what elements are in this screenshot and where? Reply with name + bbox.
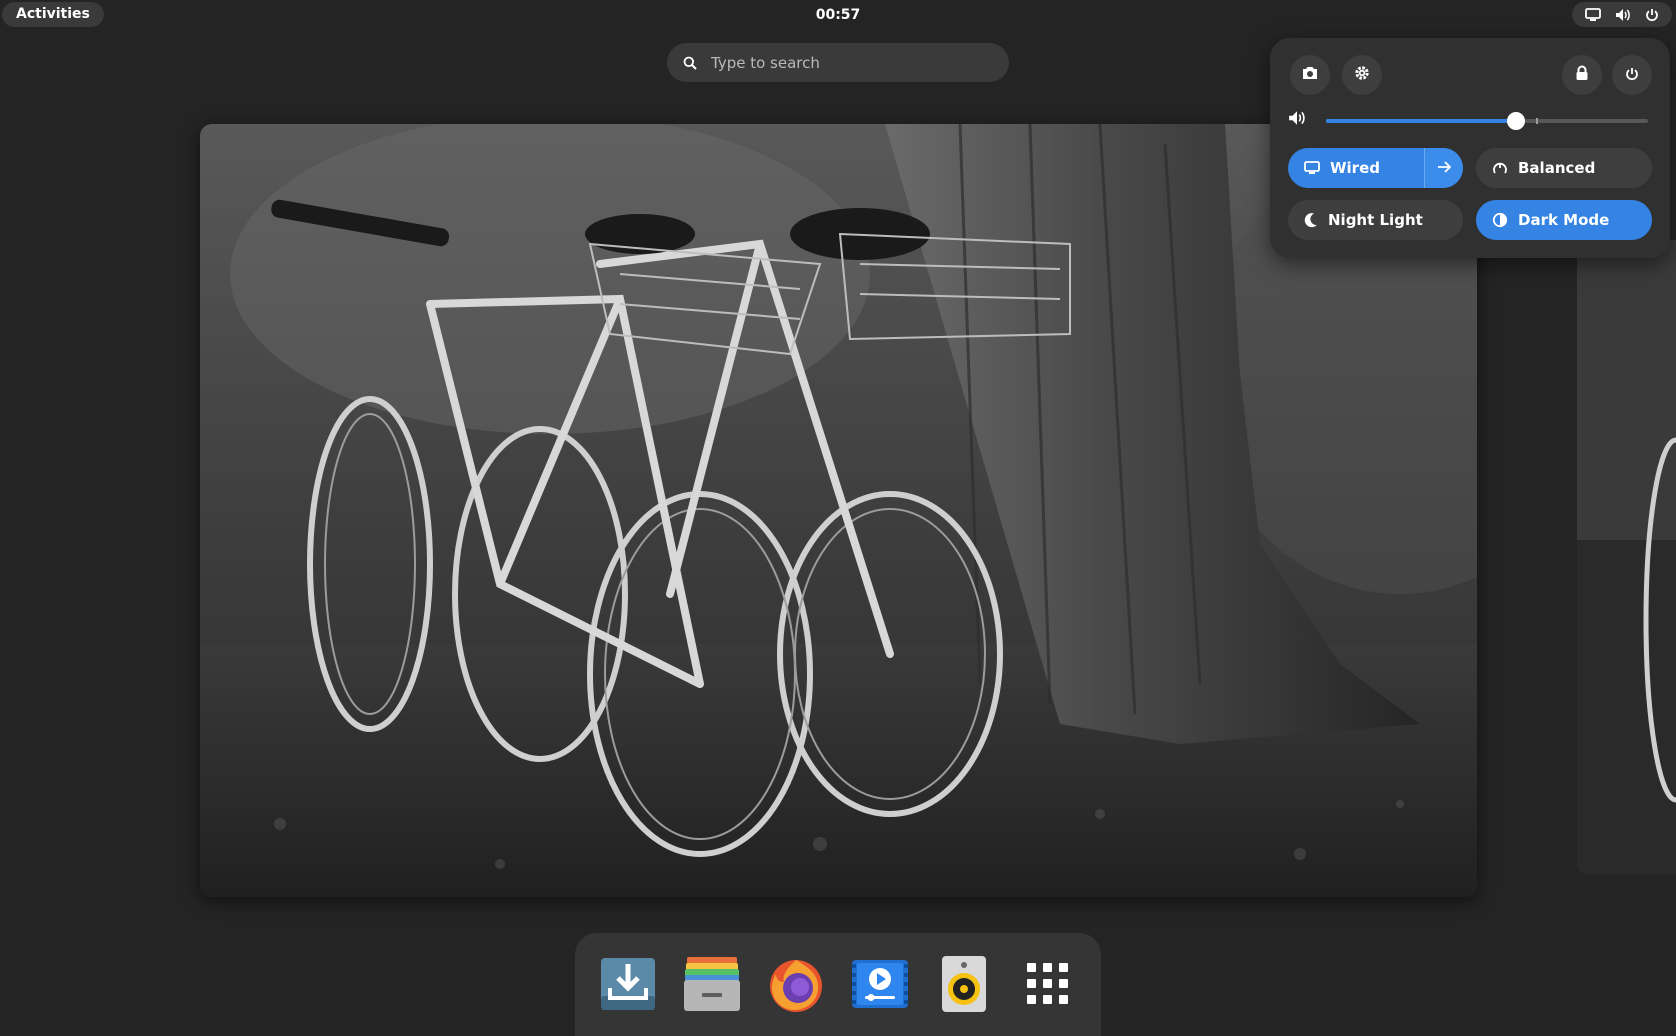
toggle-balanced-label: Balanced <box>1518 159 1596 177</box>
volume-icon <box>1615 8 1631 22</box>
search-bar[interactable] <box>667 43 1009 82</box>
next-workspace-preview[interactable] <box>1577 240 1676 874</box>
search-input[interactable] <box>709 52 983 73</box>
quick-settings-panel: Wired Balanced Night Light Dark Mode <box>1270 38 1670 258</box>
dock-show-apps-button[interactable] <box>1017 955 1079 1017</box>
settings-button[interactable] <box>1342 55 1382 95</box>
power-icon <box>1645 8 1659 22</box>
system-tray[interactable] <box>1572 2 1672 27</box>
toggle-dark-mode[interactable]: Dark Mode <box>1476 200 1652 240</box>
dark-mode-icon <box>1492 212 1508 228</box>
download-app-icon <box>600 956 656 1016</box>
dock-app-download[interactable] <box>597 955 659 1017</box>
volume-slider-handle[interactable] <box>1506 112 1525 130</box>
firefox-app-icon <box>766 954 826 1018</box>
volume-icon <box>1288 110 1306 126</box>
screenshot-icon <box>1301 65 1319 85</box>
clock[interactable]: 00:57 <box>816 0 861 30</box>
power-button[interactable] <box>1612 55 1652 95</box>
dock-app-speaker[interactable] <box>933 955 995 1017</box>
dock-app-files[interactable] <box>681 955 743 1017</box>
toggle-balanced[interactable]: Balanced <box>1476 148 1652 188</box>
lock-icon <box>1575 65 1589 85</box>
activities-button[interactable]: Activities <box>2 2 104 27</box>
speaker-app-icon <box>941 955 987 1017</box>
night-light-icon <box>1304 212 1318 228</box>
wallpaper-image <box>1577 240 1676 874</box>
files-app-icon <box>683 955 741 1017</box>
network-wired-icon <box>1585 7 1601 22</box>
search-icon <box>683 56 697 70</box>
power-profile-icon <box>1492 160 1508 176</box>
volume-slider-fill <box>1326 119 1516 123</box>
toggle-dark-mode-label: Dark Mode <box>1518 211 1610 229</box>
video-player-app-icon <box>851 959 909 1013</box>
dash-dock <box>575 933 1101 1036</box>
screenshot-button[interactable] <box>1290 55 1330 95</box>
arrow-right-icon <box>1437 159 1452 177</box>
toggle-night-light[interactable]: Night Light <box>1288 200 1463 240</box>
toggle-night-light-label: Night Light <box>1328 211 1423 229</box>
dock-app-video-player[interactable] <box>849 955 911 1017</box>
volume-slider-mark <box>1536 118 1538 124</box>
volume-slider[interactable] <box>1326 111 1648 131</box>
power-icon <box>1625 66 1639 85</box>
settings-icon <box>1354 65 1370 85</box>
network-wired-icon <box>1304 161 1320 175</box>
wired-menu-arrow-button[interactable] <box>1424 148 1463 188</box>
toggle-wired-label: Wired <box>1330 159 1380 177</box>
toggle-wired[interactable]: Wired <box>1288 148 1463 188</box>
dock-app-firefox[interactable] <box>765 955 827 1017</box>
lock-button[interactable] <box>1562 55 1602 95</box>
top-bar: Activities 00:57 <box>0 0 1676 30</box>
show-apps-icon <box>1027 963 1069 1009</box>
